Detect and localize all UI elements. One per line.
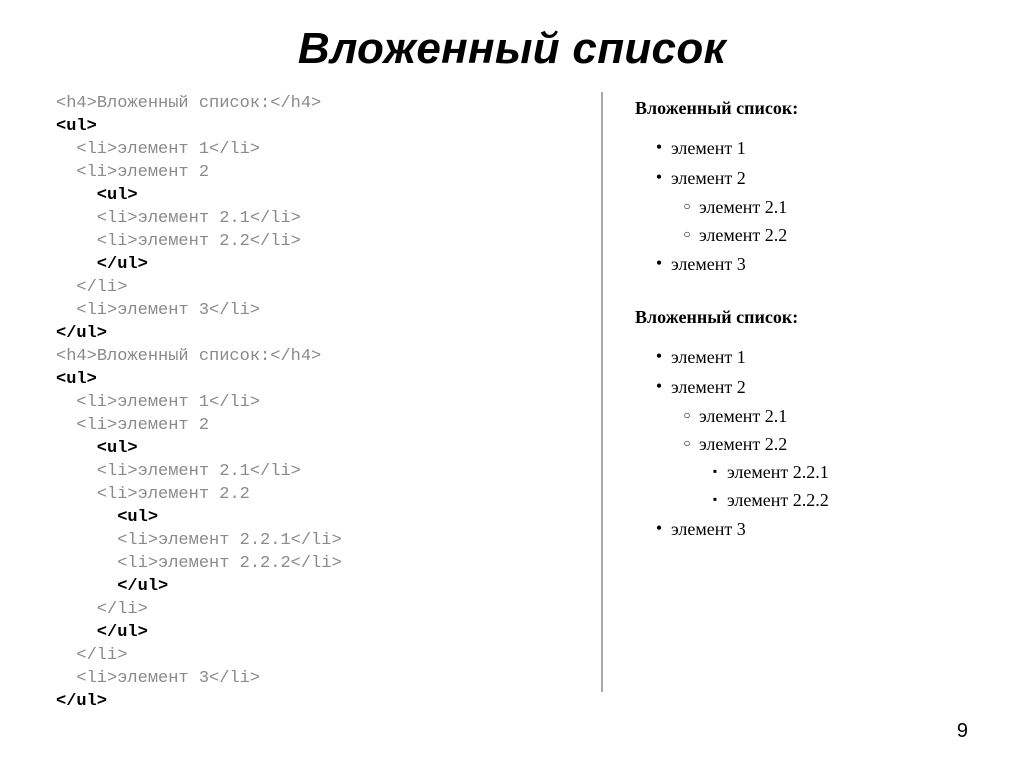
code-text: элемент 2.2.1 [158,531,291,550]
code-text: <h4> [56,94,97,113]
code-text: элемент 1 [117,393,209,412]
bullet-square-icon [703,458,727,486]
code-block: <h4>Вложенный список:</h4> <ul> <li>элем… [56,92,581,713]
list-item-label: элемент 2 [671,164,746,192]
list-item-label: элемент 2.1 [699,193,787,221]
slide-title: Вложенный список [56,24,968,74]
list-item: элемент 1 [647,133,968,163]
code-text: </ul> [56,692,107,711]
code-text: элемент 2 [117,416,209,435]
list-item-label: элемент 2.2.1 [727,458,829,486]
list-item: элемент 1 [647,342,968,372]
list-item: элемент 2.2 [647,221,968,249]
code-text: </li> [56,600,148,619]
bullet-circle-icon [675,193,699,221]
code-text: элемент 3 [117,669,209,688]
rendered-heading: Вложенный список: [635,98,968,119]
code-text: Вложенный список: [97,94,270,113]
rendered-heading: Вложенный список: [635,307,968,328]
code-text: <ul> [56,508,158,527]
code-text: <ul> [56,370,97,389]
code-panel: <h4>Вложенный список:</h4> <ul> <li>элем… [56,92,601,713]
code-text: элемент 1 [117,140,209,159]
page-number: 9 [957,720,968,743]
rendered-list: элемент 1 элемент 2 элемент 2.1 элемент … [635,342,968,544]
list-item: элемент 2 [647,372,968,402]
code-text: <li> [56,232,138,251]
list-item: элемент 2 [647,163,968,193]
code-text: </li> [209,140,260,159]
list-item: элемент 2.1 [647,193,968,221]
code-text: <li> [56,554,158,573]
code-text: элемент 2 [117,163,209,182]
bullet-disc-icon [647,163,671,193]
list-item-label: элемент 2.2 [699,430,787,458]
code-text: </ul> [56,324,107,343]
rendered-list: элемент 1 элемент 2 элемент 2.1 элемент … [635,133,968,279]
list-item: элемент 2.2.2 [647,486,968,514]
list-item-label: элемент 3 [671,515,746,543]
code-text: элемент 2.2 [138,485,250,504]
code-text: <li> [56,416,117,435]
bullet-circle-icon [675,430,699,458]
list-item-label: элемент 1 [671,134,746,162]
code-text: </li> [209,301,260,320]
bullet-disc-icon [647,249,671,279]
code-text: </li> [250,209,301,228]
code-text: <li> [56,301,117,320]
code-text: Вложенный список: [97,347,270,366]
bullet-disc-icon [647,514,671,544]
list-item: элемент 2.2.1 [647,458,968,486]
code-text: </li> [56,646,127,665]
code-text: <ul> [56,117,97,136]
code-text: <li> [56,209,138,228]
code-text: </li> [291,531,342,550]
code-text: </li> [250,462,301,481]
list-item-label: элемент 1 [671,343,746,371]
code-text: </li> [209,669,260,688]
list-item: элемент 2.2 [647,430,968,458]
code-text: <li> [56,163,117,182]
code-text: <ul> [56,439,138,458]
bullet-circle-icon [675,221,699,249]
bullet-disc-icon [647,133,671,163]
code-text: </li> [250,232,301,251]
code-text: элемент 2.1 [138,462,250,481]
code-text: <li> [56,462,138,481]
bullet-disc-icon [647,372,671,402]
code-text: </h4> [270,347,321,366]
list-item-label: элемент 2.2 [699,221,787,249]
code-text: <li> [56,531,158,550]
code-text: <li> [56,669,117,688]
code-text: <li> [56,393,117,412]
code-text: <li> [56,485,138,504]
code-text: </ul> [56,623,148,642]
code-text: элемент 2.2.2 [158,554,291,573]
code-text: <li> [56,140,117,159]
code-text: </li> [291,554,342,573]
code-text: </h4> [270,94,321,113]
list-item-label: элемент 2 [671,373,746,401]
code-text: элемент 3 [117,301,209,320]
code-text: элемент 2.2 [138,232,250,251]
bullet-disc-icon [647,342,671,372]
list-item: элемент 2.1 [647,402,968,430]
code-text: <ul> [56,186,138,205]
render-panel: Вложенный список: элемент 1 элемент 2 эл… [603,92,968,713]
code-text: </li> [56,278,127,297]
code-text: </ul> [56,255,148,274]
list-item: элемент 3 [647,249,968,279]
code-text: элемент 2.1 [138,209,250,228]
code-text: </ul> [56,577,168,596]
list-item-label: элемент 2.1 [699,402,787,430]
code-text: </li> [209,393,260,412]
code-text: <h4> [56,347,97,366]
list-item: элемент 3 [647,514,968,544]
bullet-circle-icon [675,402,699,430]
list-item-label: элемент 2.2.2 [727,486,829,514]
list-item-label: элемент 3 [671,250,746,278]
bullet-square-icon [703,486,727,514]
